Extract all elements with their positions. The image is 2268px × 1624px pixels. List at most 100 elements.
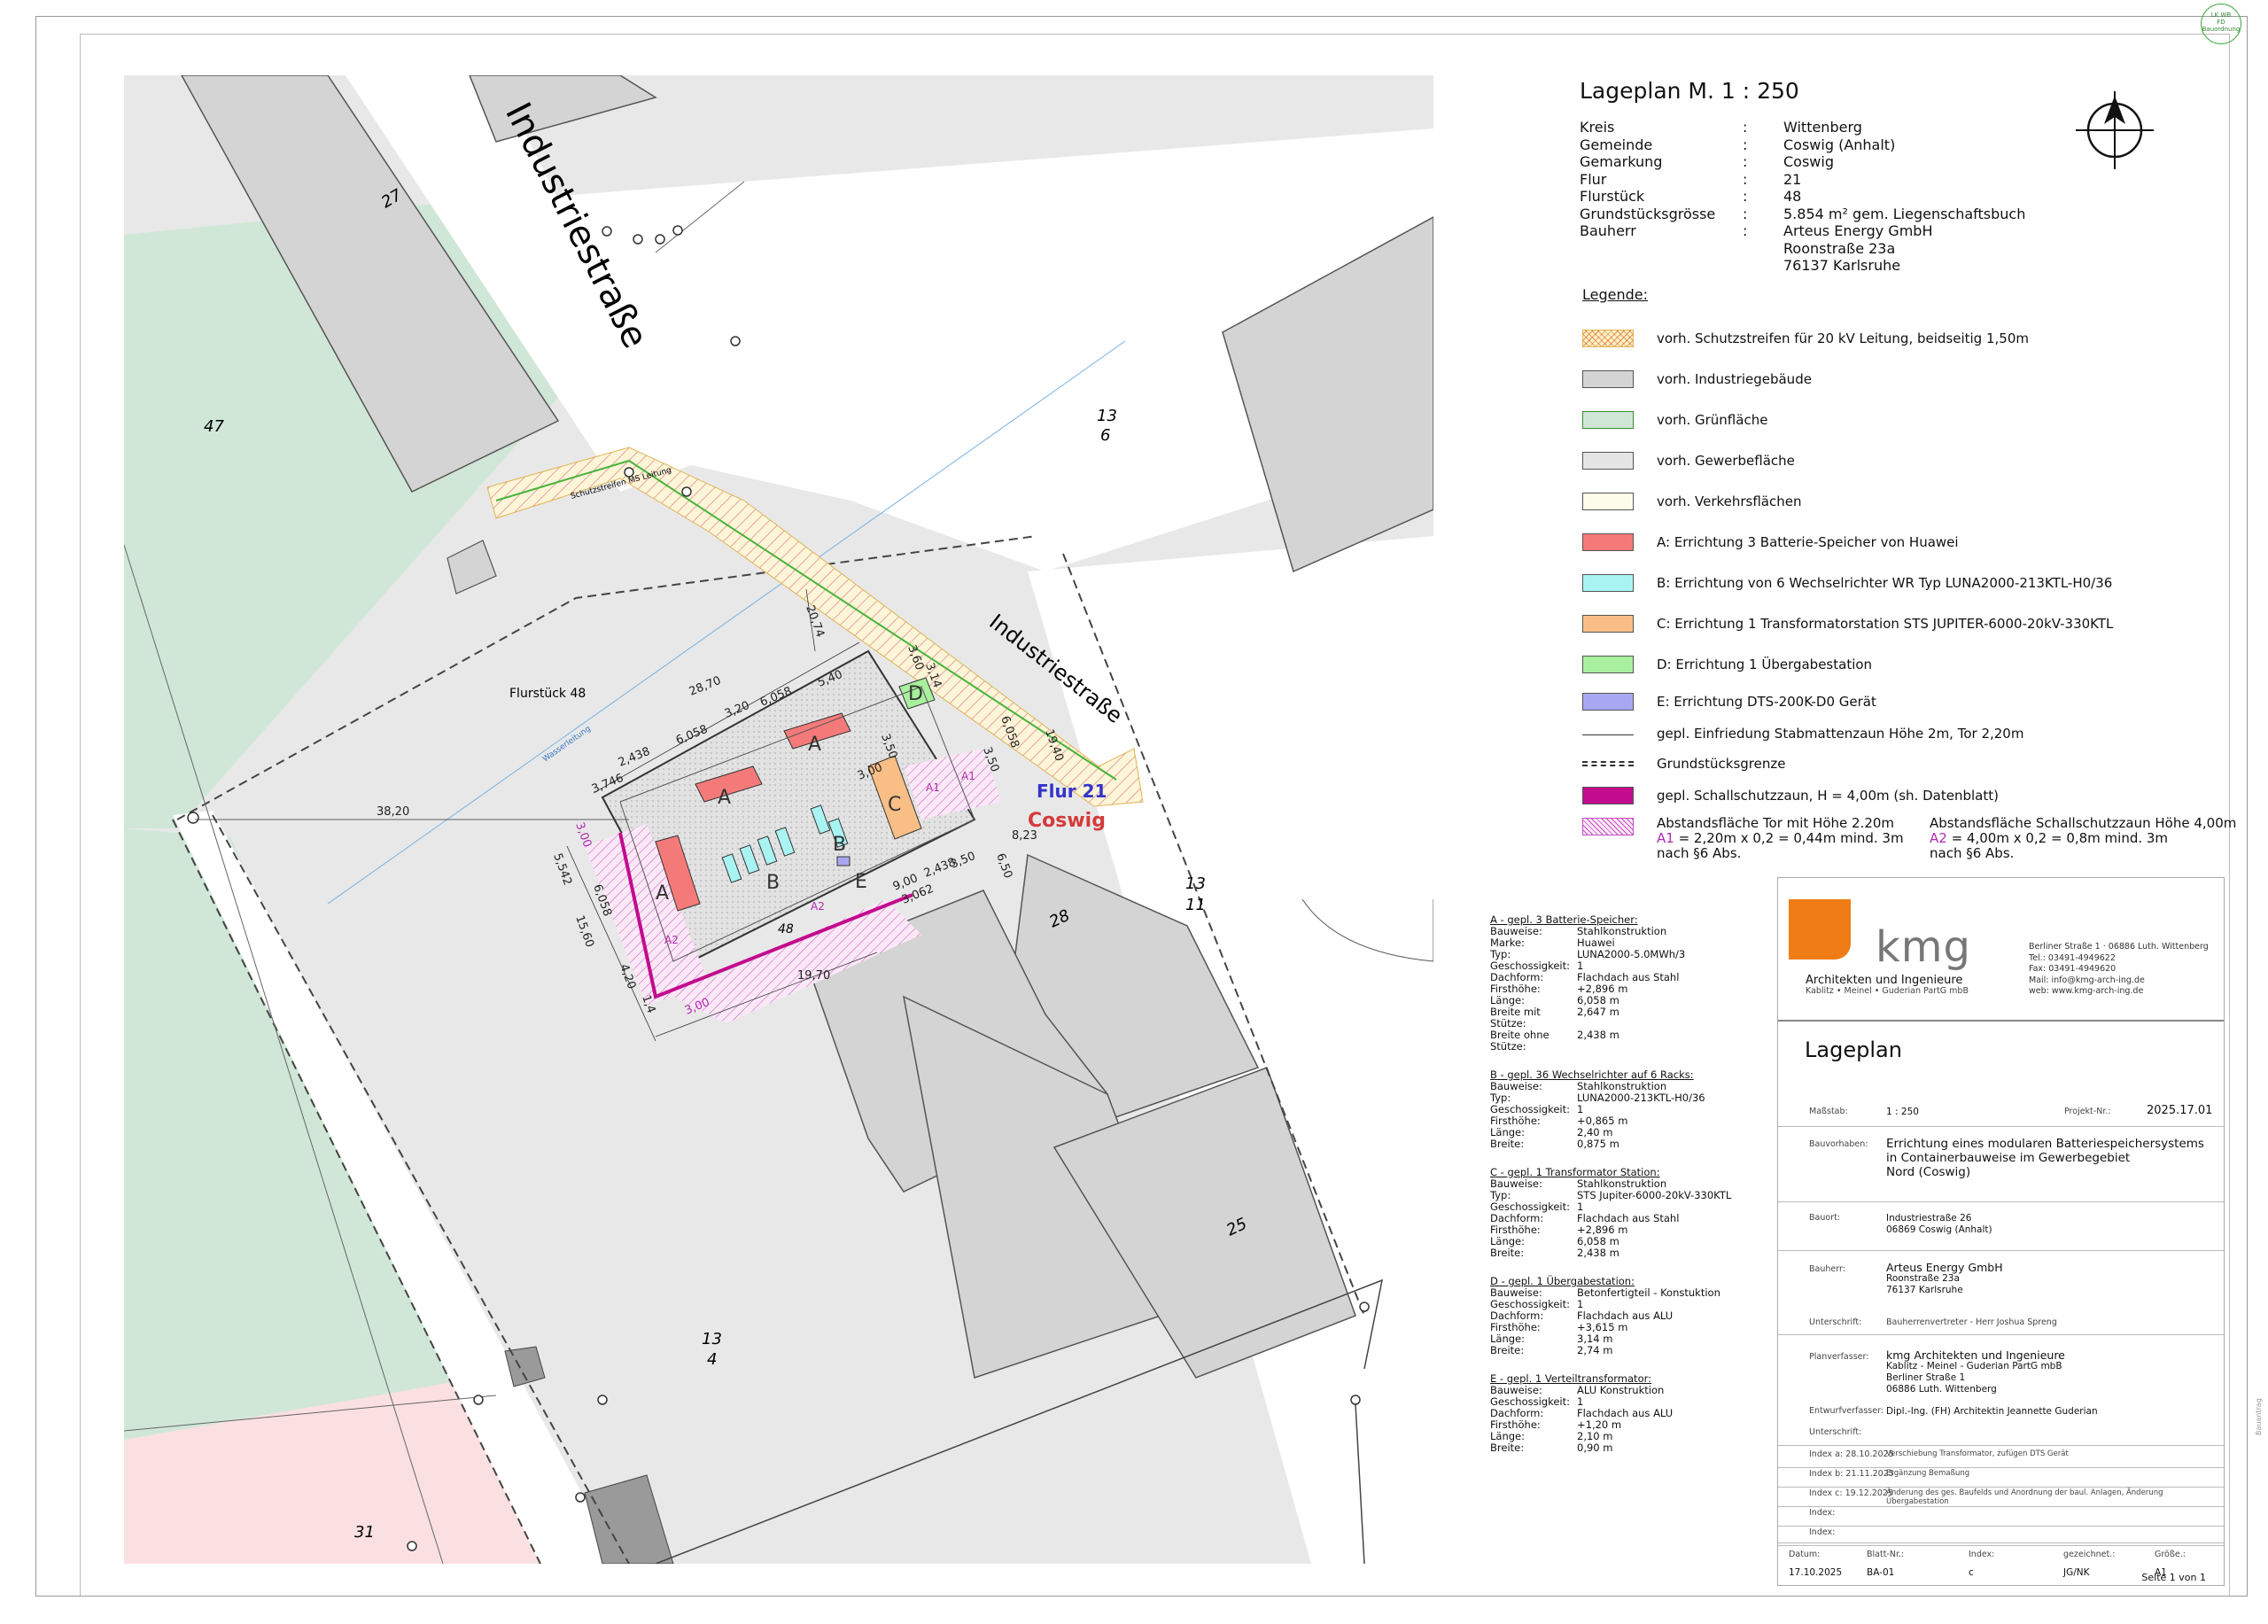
planverfasser-line: Berliner Straße 1 (1886, 1372, 1966, 1383)
abstand-gate-ref: nach §6 Abs. (1657, 845, 1742, 861)
planverfasser-line: 06886 Luth. Wittenberg (1886, 1384, 1997, 1395)
legend-item: Grundstücksgrenze (1582, 749, 2236, 779)
legend-label: vorh. Grünfläche (1657, 412, 1768, 428)
logo-text: kmg (1876, 922, 1972, 972)
flur-label: Flur 21 (1037, 781, 1107, 802)
fact-row: Kreis: Wittenberg (1580, 119, 2025, 136)
fact-row: Flurstück: 48 (1580, 188, 2025, 206)
index-date: Index b: 21.11.2025 (1809, 1469, 1894, 1479)
dts-swatch (1582, 693, 1634, 711)
noise-barrier-swatch (1582, 787, 1634, 804)
page-number: Seite 1 von 1 (2141, 1572, 2206, 1583)
block-a3: A (656, 882, 669, 905)
block-c: C (888, 794, 901, 816)
parcel-48: 48 (778, 922, 794, 936)
abstand-gate-calc: A1 = 2,20m x 0,2 = 0,44m mind. 3m (1657, 831, 1930, 846)
divider (1778, 1334, 2224, 1335)
transformer-swatch (1582, 615, 1634, 633)
scale-value: 1 : 250 (1886, 1107, 1919, 1117)
spec-value: STS Jupiter-6000-20kV-330KTL (1577, 1189, 1732, 1201)
legend-label: vorh. Industriegebäude (1657, 371, 1812, 387)
legend-label: gepl. Schallschutzzaun, H = 4,00m (sh. D… (1657, 788, 1999, 804)
signature-rep: Bauherrenvertreter - Herr Joshua Spreng (1886, 1317, 2057, 1327)
footer-value: BA-01 (1867, 1567, 1895, 1578)
fact-value: Roonstraße 23a (1783, 239, 1896, 257)
planverfasser-label: Planverfasser: (1809, 1352, 1869, 1362)
fact-value: 5.854 m² gem. Liegenschaftsbuch (1783, 205, 2026, 222)
spec-value: 2,647 m (1577, 1006, 1619, 1018)
legend-abstand: Abstandsfläche Tor mit Höhe 2.20m A1 = 2… (1582, 816, 2236, 861)
footer-label: Blatt-Nr.: (1867, 1550, 1905, 1559)
title-block: kmg Architekten und Ingenieure Kablitz •… (1777, 877, 2225, 1586)
block-b1: B (766, 872, 780, 894)
spec-block: B - gepl. 36 Wechselrichter auf 6 Racks:… (1490, 1069, 1731, 1150)
bauherr-line: Arteus Energy GmbH (1886, 1261, 2003, 1274)
planverfasser: kmg Architekten und Ingenieure Kablitz -… (1886, 1349, 2065, 1395)
footer-label: Datum: (1789, 1550, 1821, 1559)
legend-label: A: Errichtung 3 Batterie-Speicher von Hu… (1657, 534, 1959, 550)
spec-block: A - gepl. 3 Batterie-Speicher: Bauweise: S… (1490, 914, 1731, 1053)
inverter-swatch (1582, 574, 1634, 592)
green-swatch (1582, 411, 1634, 429)
planverfasser-line: kmg Architekten und Ingenieure (1886, 1348, 2065, 1362)
bauort-line: 06869 Coswig (Anhalt) (1886, 1224, 1992, 1235)
firm-sub: Kablitz • Meinel • Guderian PartG mbB (1806, 986, 1969, 996)
fact-key: Flur (1580, 170, 1607, 188)
fact-value: 76137 Karlsruhe (1783, 257, 1901, 274)
stamp-line-1: LK WB (2210, 12, 2232, 19)
index-note: Änderung des ges. Baufelds und Anordnung… (1886, 1488, 2163, 1506)
fact-sep: : (1743, 205, 1748, 222)
stamp-line-2: FD Bauordnung (2202, 19, 2241, 33)
abstand-a2a: A2 (664, 934, 679, 946)
firm-name: Architekten und Ingenieure (1806, 974, 1963, 987)
spec-row: Breite: 0,90 m (1490, 1442, 1731, 1454)
industrial-swatch (1582, 370, 1634, 388)
dim-1: 38,20 (377, 805, 409, 819)
footer-value: c (1969, 1567, 1974, 1578)
abstand-barrier-title: Abstandsfläche Schallschutzzaun Höhe 4,0… (1930, 815, 2237, 831)
spec-block: C - gepl. 1 Transformator Station: Bauwei… (1490, 1167, 1731, 1259)
address-line: Tel.: 03491-4949622 (2029, 952, 2116, 963)
fact-key: Grundstücksgrösse (1580, 205, 1716, 222)
fact-value: Coswig (1783, 153, 1834, 170)
legend-item: C: Errichtung 1 Transformatorstation STS… (1582, 603, 2236, 644)
abstand-barrier-formula: = 4,00m x 0,2 = 0,8m mind. 3m (1951, 830, 2169, 846)
spec-key: Breite: (1490, 1441, 1525, 1454)
footer-label: Index: (1969, 1550, 1995, 1559)
legend-item: vorh. Gewerbefläche (1582, 440, 2236, 481)
legend-item: B: Errichtung von 6 Wechselrichter WR Ty… (1582, 563, 2236, 603)
fact-row: Grundstücksgrösse: 5.854 m² gem. Liegensc… (1580, 206, 2025, 223)
fact-key: Gemarkung (1580, 153, 1663, 170)
fact-key: Bauherr (1580, 222, 1636, 239)
spec-key: Breite: (1490, 1247, 1525, 1259)
legend-label: vorh. Verkehrsflächen (1657, 493, 1802, 509)
address-line: Fax: 03491-4949620 (2029, 964, 2117, 974)
index-date: Index a: 28.10.2025 (1809, 1449, 1894, 1459)
side-print: Bauantrag (2255, 1398, 2263, 1435)
legend-item: gepl. Schallschutzzaun, H = 4,00m (sh. D… (1582, 779, 2236, 812)
north-arrow-icon (2076, 91, 2154, 169)
commercial-swatch (1582, 452, 1634, 470)
parcel-11: 11 (1185, 896, 1206, 914)
fact-value: 48 (1783, 188, 1802, 205)
abstand-swatch (1582, 818, 1634, 835)
fact-value: Coswig (Anhalt) (1783, 136, 1896, 153)
fact-key: Gemeinde (1580, 136, 1653, 153)
abstand-a1a: A1 (926, 781, 940, 794)
legend-label: D: Errichtung 1 Übergabestation (1657, 657, 1873, 672)
abstand-a2b: A2 (811, 900, 825, 913)
parcel-13c: 13 (702, 1330, 722, 1348)
address-line: web: www.kmg-arch-ing.de (2029, 986, 2144, 996)
divider (1778, 1250, 2224, 1251)
spec-value: 0,875 m (1577, 1138, 1619, 1150)
vorhaben: Errichtung eines modularen Batteriespeic… (1886, 1137, 2204, 1179)
traffic-swatch (1582, 493, 1634, 510)
site-plan: Industriestraße Industriestraße Flurstüc… (124, 75, 1433, 1564)
battery-swatch (1582, 533, 1634, 551)
fact-sep: : (1743, 170, 1748, 188)
legend-item: vorh. Verkehrsflächen (1582, 481, 2236, 522)
approval-stamp: LK WB FD Bauordnung (2201, 4, 2241, 44)
spec-key: Breite mit Stütze: (1490, 1006, 1541, 1030)
logo-mark (1789, 899, 1851, 960)
legend-item: vorh. Schutzstreifen für 20 kV Leitung, … (1582, 318, 2236, 359)
